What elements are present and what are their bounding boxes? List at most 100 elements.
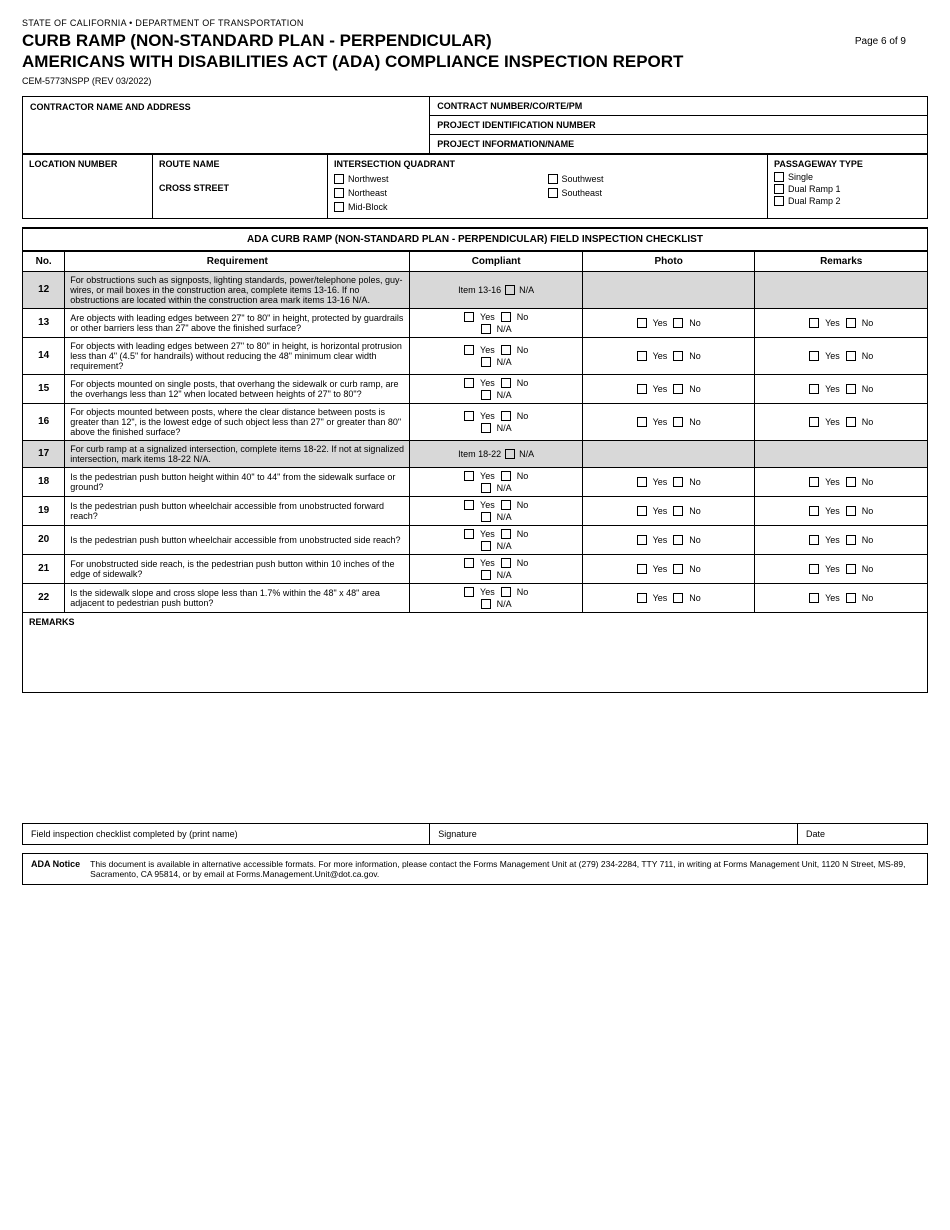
- yes-cb[interactable]: [464, 529, 474, 539]
- na-cb[interactable]: [481, 390, 491, 400]
- northwest-checkbox[interactable]: [334, 174, 344, 184]
- photo-no-cb[interactable]: [673, 564, 683, 574]
- rem-no-cb[interactable]: [846, 506, 856, 516]
- row-22-no: 22: [23, 583, 65, 612]
- row-20-no: 20: [23, 525, 65, 554]
- northeast-option[interactable]: Northeast: [334, 188, 548, 198]
- photo-no-cb[interactable]: [673, 477, 683, 487]
- rem-yes-cb[interactable]: [809, 351, 819, 361]
- rem-yes-cb[interactable]: [809, 593, 819, 603]
- table-row: 14 For objects with leading edges betwee…: [23, 337, 928, 374]
- midblock-checkbox[interactable]: [334, 202, 344, 212]
- dual-ramp1-option[interactable]: Dual Ramp 1: [774, 184, 921, 194]
- na-cb[interactable]: [481, 357, 491, 367]
- no-cb[interactable]: [501, 558, 511, 568]
- photo-yes-cb[interactable]: [637, 384, 647, 394]
- yes-cb[interactable]: [464, 312, 474, 322]
- yes-cb[interactable]: [464, 587, 474, 597]
- row-21-compliant: Yes No N/A: [410, 554, 583, 583]
- single-checkbox[interactable]: [774, 172, 784, 182]
- rem-no-cb[interactable]: [846, 351, 856, 361]
- southwest-checkbox[interactable]: [548, 174, 558, 184]
- na-cb[interactable]: [481, 512, 491, 522]
- no-cb[interactable]: [501, 500, 511, 510]
- rem-no-cb[interactable]: [846, 417, 856, 427]
- photo-no-cb[interactable]: [673, 593, 683, 603]
- item-range-checkbox[interactable]: [505, 449, 515, 459]
- no-cb[interactable]: [501, 312, 511, 322]
- photo-yes-cb[interactable]: [637, 506, 647, 516]
- rem-yes-cb[interactable]: [809, 564, 819, 574]
- dual-ramp2-option[interactable]: Dual Ramp 2: [774, 196, 921, 206]
- row-20-remarks: Yes No: [755, 525, 928, 554]
- southeast-checkbox[interactable]: [548, 188, 558, 198]
- route-name-label: Route Name: [159, 159, 321, 169]
- rem-no-cb[interactable]: [846, 477, 856, 487]
- no-cb[interactable]: [501, 587, 511, 597]
- item-13-16: Item 13-16 N/A: [415, 285, 577, 295]
- rem-yes-cb[interactable]: [809, 506, 819, 516]
- southwest-option[interactable]: Southwest: [548, 174, 762, 184]
- rem-yes-cb[interactable]: [809, 318, 819, 328]
- yes-cb[interactable]: [464, 471, 474, 481]
- photo-no-cb[interactable]: [673, 318, 683, 328]
- ada-notice-text: This document is available in alternativ…: [90, 859, 919, 879]
- no-cb[interactable]: [501, 411, 511, 421]
- rem-yes-cb[interactable]: [809, 535, 819, 545]
- na-cb[interactable]: [481, 423, 491, 433]
- photo-yes-cb[interactable]: [637, 417, 647, 427]
- rem-yes-cb[interactable]: [809, 477, 819, 487]
- rem-yes-cb[interactable]: [809, 384, 819, 394]
- dual-ramp2-checkbox[interactable]: [774, 196, 784, 206]
- row-15-remarks: Yes No: [755, 374, 928, 403]
- location-number-cell: Location Number: [23, 154, 153, 218]
- table-row: 12 For obstructions such as signposts, l…: [23, 271, 928, 308]
- na-cb[interactable]: [481, 570, 491, 580]
- photo-no-cb[interactable]: [673, 417, 683, 427]
- state-header: STATE OF CALIFORNIA • DEPARTMENT OF TRAN…: [22, 18, 928, 86]
- photo-yes-cb[interactable]: [637, 564, 647, 574]
- photo-no-cb[interactable]: [673, 535, 683, 545]
- single-option[interactable]: Single: [774, 172, 921, 182]
- na-cb[interactable]: [481, 324, 491, 334]
- photo-no-cb[interactable]: [673, 384, 683, 394]
- yes-cb[interactable]: [464, 558, 474, 568]
- na-cb[interactable]: [481, 541, 491, 551]
- table-row: 22 Is the sidewalk slope and cross slope…: [23, 583, 928, 612]
- southeast-label: Southeast: [562, 188, 603, 198]
- photo-yes-cb[interactable]: [637, 318, 647, 328]
- row-18-no: 18: [23, 467, 65, 496]
- northwest-option[interactable]: Northwest: [334, 174, 548, 184]
- photo-no-cb[interactable]: [673, 506, 683, 516]
- dual-ramp1-checkbox[interactable]: [774, 184, 784, 194]
- northeast-checkbox[interactable]: [334, 188, 344, 198]
- photo-yes-cb[interactable]: [637, 477, 647, 487]
- table-row: 19 Is the pedestrian push button wheelch…: [23, 496, 928, 525]
- midblock-option[interactable]: Mid-Block: [334, 202, 548, 212]
- no-cb[interactable]: [501, 345, 511, 355]
- item-range-checkbox[interactable]: [505, 285, 515, 295]
- yes-cb[interactable]: [464, 378, 474, 388]
- photo-yes-cb[interactable]: [637, 535, 647, 545]
- yes-cb[interactable]: [464, 500, 474, 510]
- no-cb[interactable]: [501, 378, 511, 388]
- southeast-option[interactable]: Southeast: [548, 188, 762, 198]
- photo-yes-cb[interactable]: [637, 351, 647, 361]
- rem-yes-cb[interactable]: [809, 417, 819, 427]
- photo-no-cb[interactable]: [673, 351, 683, 361]
- na-cb[interactable]: [481, 483, 491, 493]
- form-number: CEM-5773NSPP (REV 03/2022): [22, 76, 928, 86]
- rem-no-cb[interactable]: [846, 535, 856, 545]
- no-cb[interactable]: [501, 529, 511, 539]
- yes-cb[interactable]: [464, 345, 474, 355]
- na-cb[interactable]: [481, 599, 491, 609]
- project-info-cell: PROJECT INFORMATION/NAME: [430, 134, 928, 153]
- row-15-photo: Yes No: [582, 374, 755, 403]
- yes-cb[interactable]: [464, 411, 474, 421]
- rem-no-cb[interactable]: [846, 593, 856, 603]
- rem-no-cb[interactable]: [846, 318, 856, 328]
- no-cb[interactable]: [501, 471, 511, 481]
- rem-no-cb[interactable]: [846, 384, 856, 394]
- rem-no-cb[interactable]: [846, 564, 856, 574]
- photo-yes-cb[interactable]: [637, 593, 647, 603]
